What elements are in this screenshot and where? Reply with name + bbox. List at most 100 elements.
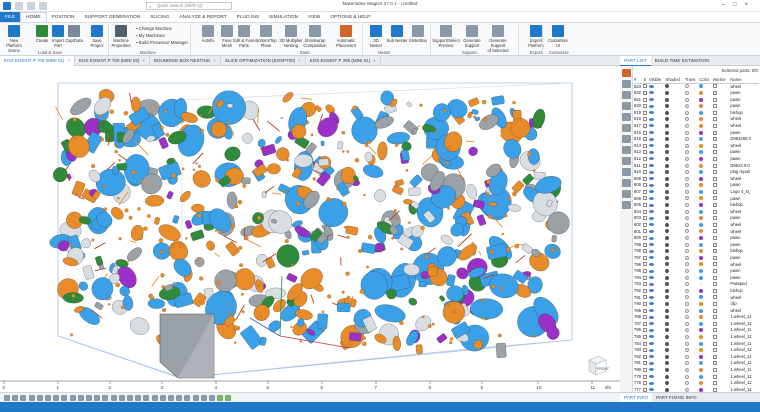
table-row[interactable]: 806 pawn — [634, 196, 759, 203]
table-row[interactable]: 815 D962286.0 — [634, 136, 759, 143]
table-row[interactable]: 817 wheel — [634, 123, 759, 130]
color-swatch[interactable] — [699, 354, 704, 359]
visible-eye-icon[interactable] — [648, 348, 654, 352]
transparency-icon[interactable] — [684, 104, 689, 109]
select-checkbox[interactable] — [643, 321, 648, 326]
part-mesh[interactable] — [351, 116, 378, 145]
shaded-icon[interactable] — [665, 90, 670, 95]
part-mesh[interactable] — [512, 180, 525, 193]
shaded-icon[interactable] — [665, 341, 670, 346]
visibility-icon[interactable] — [622, 124, 631, 132]
table-row[interactable]: 785 1.wheel_11 — [634, 334, 759, 341]
shaded-icon[interactable] — [665, 156, 670, 161]
select-checkbox[interactable] — [643, 203, 648, 208]
transparency-icon[interactable] — [684, 262, 689, 267]
table-row[interactable]: 805 bishop — [634, 202, 759, 209]
ribbon-tab-analyze-report[interactable]: ANALYZE & REPORT — [174, 12, 231, 22]
select-checkbox[interactable] — [643, 236, 648, 241]
view-tool-icon[interactable] — [200, 395, 207, 401]
interior-checkbox[interactable] — [712, 301, 717, 306]
part-mesh[interactable] — [377, 141, 388, 161]
save-project-button[interactable]: Save Project — [85, 25, 109, 48]
interior-checkbox[interactable] — [712, 315, 717, 320]
transparency-icon[interactable] — [684, 143, 689, 148]
wrench-icon[interactable] — [622, 69, 631, 77]
select-checkbox[interactable] — [643, 183, 648, 188]
table-row[interactable]: 791 wheel — [634, 295, 759, 302]
shaded-icon[interactable] — [665, 130, 670, 135]
part-mesh[interactable] — [318, 158, 330, 167]
shaded-icon[interactable] — [665, 295, 670, 300]
color-swatch[interactable] — [699, 381, 704, 386]
table-row[interactable]: 792 bishop — [634, 288, 759, 295]
filter-icon[interactable] — [622, 80, 631, 88]
part-mesh[interactable] — [392, 185, 404, 195]
table-row[interactable]: 809 wheel — [634, 176, 759, 183]
part-mesh[interactable] — [310, 294, 315, 304]
table-row[interactable]: 790 clip — [634, 301, 759, 308]
view-tool-icon[interactable] — [20, 395, 27, 401]
metal-block[interactable] — [159, 313, 215, 379]
view-tool-icon[interactable] — [77, 395, 84, 401]
part-mesh[interactable] — [491, 95, 505, 106]
color-swatch[interactable] — [699, 341, 704, 346]
color-swatch[interactable] — [699, 315, 704, 320]
shaded-icon[interactable] — [665, 137, 670, 142]
part-mesh[interactable] — [130, 224, 145, 242]
part-mesh[interactable] — [273, 241, 303, 271]
view-cube[interactable]: FRONT — [584, 352, 610, 378]
part-mesh[interactable] — [470, 298, 504, 320]
visible-eye-icon[interactable] — [648, 262, 654, 266]
color-swatch[interactable] — [699, 282, 704, 287]
select-checkbox[interactable] — [643, 196, 648, 201]
color-swatch[interactable] — [699, 374, 704, 379]
visible-eye-icon[interactable] — [648, 355, 654, 359]
visible-eye-icon[interactable] — [648, 223, 654, 227]
interior-checkbox[interactable] — [712, 236, 717, 241]
ribbon-tab-slicing[interactable]: SLICING — [145, 12, 174, 22]
part-mesh[interactable] — [302, 250, 310, 256]
part-mesh[interactable] — [226, 103, 234, 108]
part-mesh[interactable] — [94, 242, 106, 250]
part-mesh[interactable] — [245, 238, 262, 248]
visible-eye-icon[interactable] — [648, 276, 654, 280]
select-checkbox[interactable] — [643, 381, 648, 386]
shaded-icon[interactable] — [665, 328, 670, 333]
part-mesh[interactable] — [337, 141, 344, 150]
transparency-icon[interactable] — [684, 282, 689, 287]
transparency-icon[interactable] — [684, 203, 689, 208]
table-row[interactable]: 781 1.wheel_11 — [634, 360, 759, 367]
color-swatch[interactable] — [699, 262, 704, 267]
transparency-icon[interactable] — [684, 269, 689, 274]
interior-checkbox[interactable] — [712, 288, 717, 293]
color-swatch[interactable] — [699, 130, 704, 135]
shrinkwrap-button[interactable]: Shrinkwrap Composition — [303, 25, 327, 48]
select-checkbox[interactable] — [643, 374, 648, 379]
transparency-icon[interactable] — [684, 170, 689, 175]
part-mesh[interactable] — [154, 217, 160, 225]
interior-checkbox[interactable] — [712, 282, 717, 287]
shaded-icon[interactable] — [665, 203, 670, 208]
view-tool-icon[interactable] — [168, 395, 174, 401]
part-mesh[interactable] — [412, 128, 417, 135]
select-checkbox[interactable] — [643, 97, 648, 102]
color-swatch[interactable] — [699, 269, 704, 274]
close-tab-icon[interactable]: × — [373, 58, 376, 63]
select-checkbox[interactable] — [643, 242, 648, 247]
color-swatch[interactable] — [699, 150, 704, 155]
shaded-icon[interactable] — [665, 183, 670, 188]
visible-eye-icon[interactable] — [648, 170, 654, 174]
interior-checkbox[interactable] — [712, 163, 717, 168]
visible-eye-icon[interactable] — [648, 117, 654, 121]
shaded-icon[interactable] — [665, 334, 670, 339]
shaded-icon[interactable] — [665, 367, 670, 372]
ribbon-tab-home[interactable]: HOME — [20, 12, 47, 22]
table-row[interactable]: 796 wheel — [634, 262, 759, 269]
part-mesh[interactable] — [320, 140, 325, 147]
color-swatch[interactable] — [699, 275, 704, 280]
table-row[interactable]: 820 pawn — [634, 103, 759, 110]
view-tool-icon[interactable] — [151, 395, 158, 401]
select-checkbox[interactable] — [643, 176, 648, 181]
transparency-icon[interactable] — [684, 110, 689, 115]
transparency-icon[interactable] — [684, 367, 689, 372]
